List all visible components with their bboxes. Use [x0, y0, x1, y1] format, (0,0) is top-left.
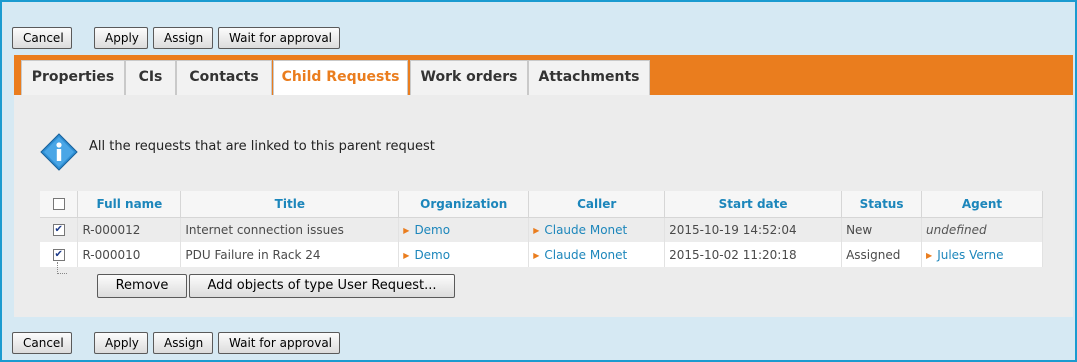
cell-status: New: [841, 217, 923, 242]
apply-button[interactable]: Apply: [94, 27, 148, 49]
cancel-button[interactable]: Cancel: [12, 27, 72, 49]
cell-organization: ▶ Demo: [398, 217, 530, 242]
link-arrow-icon: ▶: [533, 250, 540, 260]
cell-start-date: 2015-10-02 11:20:18: [664, 242, 843, 267]
organization-link[interactable]: Demo: [414, 223, 450, 237]
cell-organization: ▶ Demo: [398, 242, 530, 267]
link-arrow-icon: ▶: [403, 225, 410, 235]
caller-link[interactable]: Claude Monet: [544, 248, 627, 262]
wait-for-approval-button[interactable]: Wait for approval: [218, 332, 340, 354]
cell-title: PDU Failure in Rack 24: [180, 242, 400, 267]
cell-caller: ▶ Claude Monet: [528, 242, 666, 267]
cell-full-name: R-000010: [77, 242, 182, 267]
table-header-row: Full name Title Organization Caller Star…: [40, 191, 1043, 218]
table-row: ✔ R-000012 Internet connection issues ▶ D…: [40, 217, 1043, 242]
tab-properties[interactable]: Properties: [21, 60, 125, 95]
tab-child-requests[interactable]: Child Requests: [273, 60, 408, 95]
tab-work-orders[interactable]: Work orders: [410, 60, 528, 95]
row-checkbox[interactable]: ✔: [52, 249, 65, 261]
wait-for-approval-button[interactable]: Wait for approval: [218, 27, 340, 49]
col-caller[interactable]: Caller: [528, 191, 666, 218]
link-arrow-icon: ▶: [533, 225, 540, 235]
col-title[interactable]: Title: [180, 191, 400, 218]
child-requests-table: Full name Title Organization Caller Star…: [40, 191, 1043, 267]
window-frame: Cancel Apply Assign Wait for approval Pr…: [0, 0, 1077, 362]
tab-bar: Properties CIs Contacts Child Requests W…: [14, 55, 1073, 95]
cell-agent: ▶ Jules Verne: [921, 242, 1043, 267]
cell-start-date: 2015-10-19 14:52:04: [664, 217, 843, 242]
remove-button[interactable]: Remove: [97, 274, 187, 298]
organization-link[interactable]: Demo: [414, 248, 450, 262]
tree-connector: [57, 262, 67, 274]
tab-cis[interactable]: CIs: [125, 60, 176, 95]
cell-title: Internet connection issues: [180, 217, 400, 242]
cell-caller: ▶ Claude Monet: [528, 217, 666, 242]
caller-link[interactable]: Claude Monet: [544, 223, 627, 237]
col-organization[interactable]: Organization: [398, 191, 530, 218]
cell-full-name: R-000012: [77, 217, 182, 242]
agent-link[interactable]: Jules Verne: [937, 248, 1003, 262]
table-row: ✔ R-000010 PDU Failure in Rack 24 ▶ Demo …: [40, 242, 1043, 267]
row-checkbox[interactable]: ✔: [52, 224, 65, 237]
agent-undefined: undefined: [926, 222, 987, 237]
info-message: All the requests that are linked to this…: [89, 139, 435, 154]
link-arrow-icon: ▶: [926, 250, 933, 260]
cancel-button[interactable]: Cancel: [12, 332, 72, 354]
cell-status: Assigned: [841, 242, 923, 267]
col-start-date[interactable]: Start date: [664, 191, 843, 218]
details-panel: Properties CIs Contacts Child Requests W…: [14, 55, 1073, 317]
select-all-checkbox[interactable]: [52, 198, 65, 211]
assign-button[interactable]: Assign: [153, 27, 213, 49]
col-agent[interactable]: Agent: [921, 191, 1043, 218]
add-objects-button[interactable]: Add objects of type User Request...: [189, 274, 455, 298]
row-checkbox-cell[interactable]: ✔: [40, 217, 79, 242]
apply-button[interactable]: Apply: [94, 332, 148, 354]
select-all-checkbox-cell[interactable]: [40, 191, 79, 218]
tab-contacts[interactable]: Contacts: [176, 60, 272, 95]
assign-button[interactable]: Assign: [153, 332, 213, 354]
cell-agent: undefined: [921, 217, 1043, 242]
col-status[interactable]: Status: [841, 191, 923, 218]
link-arrow-icon: ▶: [403, 250, 410, 260]
tab-attachments[interactable]: Attachments: [528, 60, 650, 95]
info-icon: [40, 133, 78, 171]
col-full-name[interactable]: Full name: [77, 191, 182, 218]
